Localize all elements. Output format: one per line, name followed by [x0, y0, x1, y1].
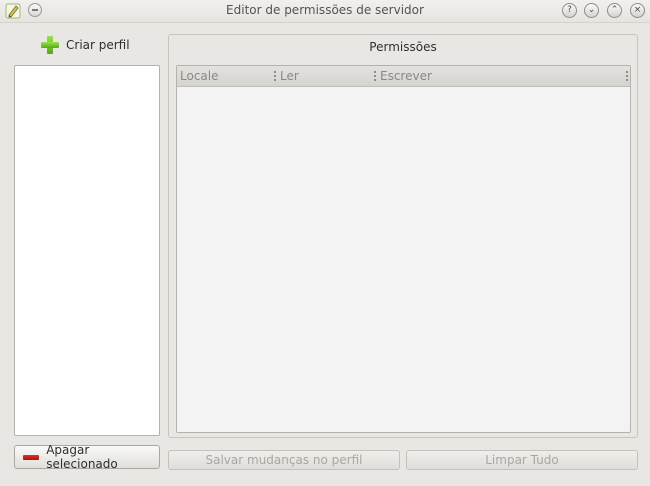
title-bar: Editor de permissões de servidor ? ⌄ ⌃ × [0, 0, 650, 23]
minimize-icon[interactable]: ⌄ [584, 3, 599, 18]
column-resize-handle[interactable] [374, 71, 376, 81]
column-header-locale[interactable]: Locale [180, 69, 218, 83]
minus-icon [23, 454, 40, 460]
delete-selected-button[interactable]: Apagar selecionado [14, 443, 160, 471]
column-header-read[interactable]: Ler [280, 69, 299, 83]
profile-list[interactable] [14, 65, 160, 436]
clear-all-button[interactable]: Limpar Tudo [406, 450, 638, 470]
window-title: Editor de permissões de servidor [226, 3, 424, 17]
delete-selected-label: Apagar selecionado [46, 443, 118, 471]
profiles-panel: Criar perfil Apagar selecionado [0, 22, 166, 486]
maximize-icon[interactable]: ⌃ [607, 3, 622, 18]
plus-icon [40, 35, 60, 55]
column-resize-handle[interactable] [274, 71, 276, 81]
column-resize-handle[interactable] [626, 71, 628, 81]
create-profile-button[interactable]: Criar perfil [40, 34, 130, 56]
permissions-group: Permissões Locale Ler Escrever [168, 34, 638, 438]
save-profile-changes-button[interactable]: Salvar mudanças no perfil [168, 450, 400, 470]
table-header: Locale Ler Escrever [177, 66, 630, 87]
permissions-table[interactable]: Locale Ler Escrever [176, 65, 631, 433]
permissions-title: Permissões [369, 40, 437, 54]
column-header-write[interactable]: Escrever [380, 69, 432, 83]
close-icon[interactable]: × [630, 3, 645, 18]
create-profile-label: Criar perfil [66, 38, 130, 52]
help-icon[interactable]: ? [562, 3, 577, 18]
